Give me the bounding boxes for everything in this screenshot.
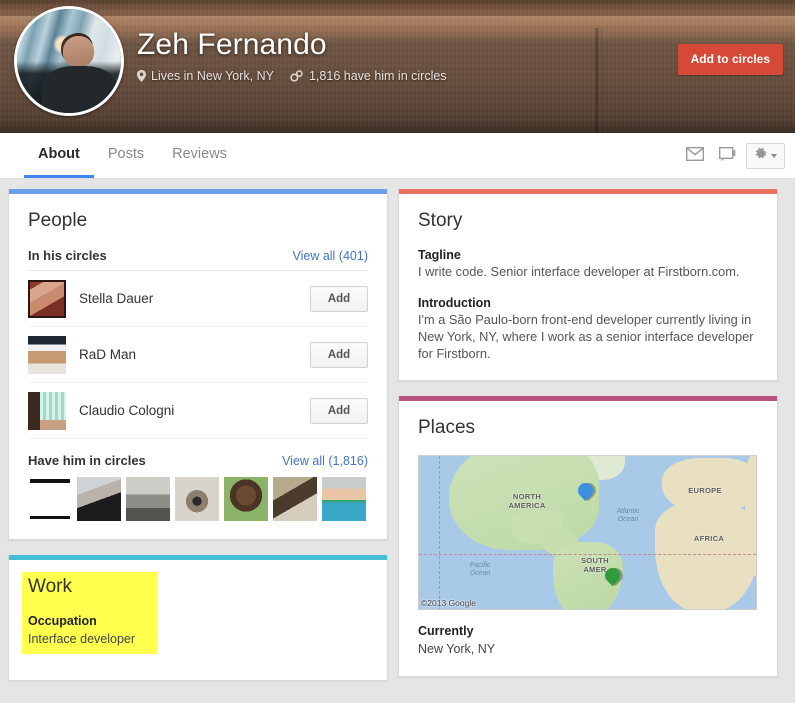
work-card: Work Occupation Interface developer [8,555,388,681]
list-item-label: Claudio Cologni [79,403,175,418]
work-card-title: Work [28,576,72,597]
map-attribution: ©2013 Google [421,598,476,608]
map-label-europe: EUROPE [688,486,722,495]
occupation-value: Interface developer [28,632,136,646]
nav-actions [682,133,785,178]
places-card: Places NORTH AMERICA EUROPE AFRICA SOUTH… [398,396,778,677]
avatar[interactable] [14,6,124,116]
profile-circles-label: 1,816 have him in circles [308,69,447,83]
left-column: People In his circles View all (401) Ste… [8,189,388,703]
avatar-body [41,66,117,113]
message-button[interactable] [682,143,708,169]
cover-photo-seam [595,28,602,133]
tab-reviews-label: Reviews [172,146,227,162]
profile-nav: About Posts Reviews [0,133,795,179]
profile-location: Lives in New York, NY [137,69,274,83]
profile-meta: Lives in New York, NY 1,816 have him in … [137,69,447,83]
map-label-atlantic-ocean: Atlantic Ocean [616,508,640,523]
map-label-north-america: NORTH AMERICA [508,492,546,510]
avatar[interactable] [175,477,219,521]
have-him-in-circles-header: Have him in circles View all (1,816) [28,453,368,468]
currently-label: Currently [418,624,474,638]
currently-value: New York, NY [418,642,496,656]
add-person-button[interactable]: Add [310,341,368,368]
list-item[interactable]: Stella Dauer Add [28,271,368,327]
avatar[interactable] [28,279,66,318]
cover-photo[interactable]: Zeh Fernando Lives in New York, NY 1,816… [0,0,795,133]
tagline-value: I write code. Senior interface developer… [418,264,740,279]
avatar-image [17,9,121,113]
tab-posts-label: Posts [107,146,145,162]
add-person-button[interactable]: Add [310,397,368,424]
hangout-icon [718,146,736,165]
people-card-title: People [28,210,88,231]
currently-field: Currently New York, NY [418,623,758,658]
tab-about[interactable]: About [24,133,94,178]
profile-location-label: Lives in New York, NY [151,69,274,83]
avatar[interactable] [224,477,268,521]
in-his-circles-header: In his circles View all (401) [28,248,368,271]
introduction-label: Introduction [418,296,491,310]
avatar[interactable] [322,477,366,521]
gear-icon [754,147,768,164]
places-card-title: Places [418,417,476,438]
tab-reviews[interactable]: Reviews [158,133,241,178]
hangout-button[interactable] [714,143,740,169]
tagline-field: Tagline I write code. Senior interface d… [418,248,758,280]
map-pin-icon [137,70,146,82]
story-card: Story Tagline I write code. Senior inter… [398,189,778,381]
map-dateline [439,456,440,609]
profile-header: Zeh Fernando Lives in New York, NY 1,816… [137,28,447,83]
list-item[interactable]: RaD Man Add [28,327,368,383]
list-item-label: RaD Man [79,347,137,362]
circle-avatars-row [28,477,368,521]
list-item-label: Stella Dauer [79,291,154,306]
avatar-head [62,36,94,68]
tab-about-label: About [38,146,80,162]
people-card: People In his circles View all (401) Ste… [8,189,388,540]
add-to-circles-button[interactable]: Add to circles [677,44,783,75]
story-card-title: Story [418,210,463,231]
occupation-label: Occupation [28,614,97,628]
map-label-africa: AFRICA [693,534,725,543]
tab-posts[interactable]: Posts [94,133,158,178]
map-landmass-asia-edge [745,456,756,576]
avatar[interactable] [28,477,72,521]
circles-icon [290,70,304,82]
have-him-in-circles-label: Have him in circles [28,453,146,468]
avatar[interactable] [126,477,170,521]
add-person-button[interactable]: Add [310,285,368,312]
profile-circles: 1,816 have him in circles [290,69,447,83]
work-card-highlight: Work Occupation Interface developer [22,572,158,654]
chevron-down-icon [771,153,777,158]
places-map[interactable]: NORTH AMERICA EUROPE AFRICA SOUTH AMER A… [418,455,757,610]
map-equator [419,554,756,555]
avatar[interactable] [273,477,317,521]
introduction-field: Introduction I'm a São Paulo-born front-… [418,296,758,362]
introduction-value: I'm a São Paulo-born front-end developer… [418,312,754,361]
map-label-pacific-ocean: Pacific Ocean [469,562,491,577]
avatar[interactable] [28,391,66,430]
view-all-in-circles-link[interactable]: View all (401) [292,249,368,263]
profile-content: People In his circles View all (401) Ste… [0,179,795,703]
tagline-label: Tagline [418,248,461,262]
list-item[interactable]: Claudio Cologni Add [28,383,368,439]
in-his-circles-label: In his circles [28,248,107,263]
settings-dropdown-button[interactable] [746,142,785,169]
avatar[interactable] [77,477,121,521]
avatar[interactable] [28,335,66,374]
message-icon [685,146,705,164]
page-title: Zeh Fernando [137,28,327,61]
right-column: Story Tagline I write code. Senior inter… [398,189,778,703]
view-all-have-him-link[interactable]: View all (1,816) [282,454,368,468]
